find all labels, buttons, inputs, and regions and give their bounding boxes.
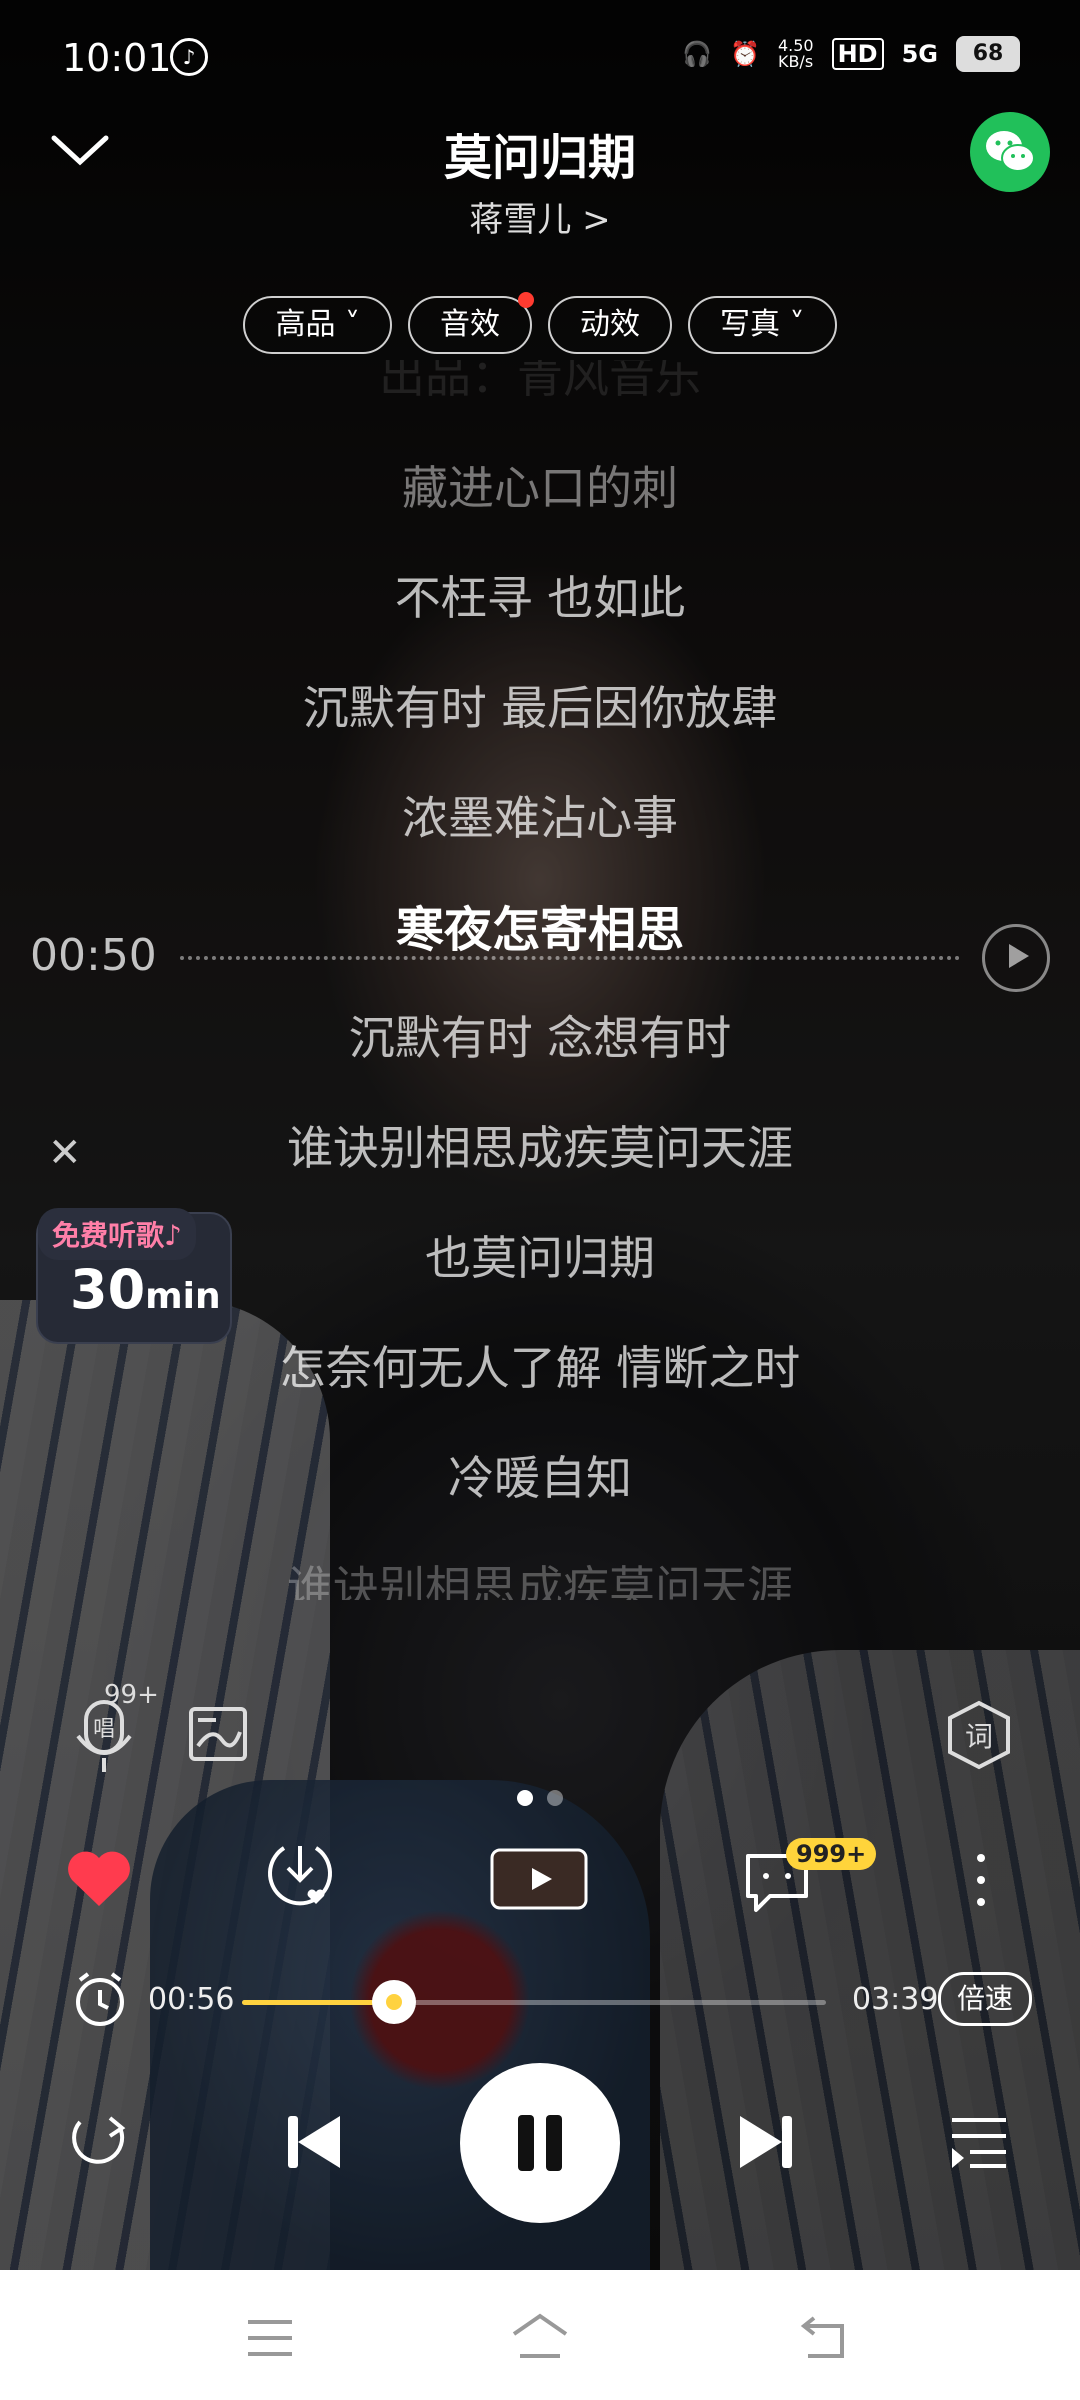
lyric-line: 出品：青风音乐 [379, 360, 701, 403]
signal-icon: 5G [901, 40, 938, 68]
new-dot-badge [518, 292, 534, 308]
back-nav-icon[interactable] [800, 2314, 850, 2364]
close-promo-icon[interactable]: ✕ [48, 1130, 82, 1176]
playback-speed-button[interactable]: 倍速 [937, 1972, 1032, 2026]
repeat-mode-icon[interactable] [66, 2108, 132, 2172]
previous-track-icon[interactable] [284, 2110, 344, 2178]
artist-link[interactable]: 蒋雪儿 > [0, 192, 1080, 241]
headphones-icon: 🎧 [682, 40, 713, 68]
system-nav-bar [0, 2270, 1080, 2400]
svg-text:词: 词 [965, 1720, 993, 1753]
svg-text:唱: 唱 [93, 1717, 115, 1742]
comment-count-badge: 999+ [786, 1838, 877, 1870]
playlist-icon[interactable] [950, 2114, 1010, 2174]
page-dot [547, 1790, 563, 1806]
page-indicator [0, 1790, 1080, 1806]
battery-icon: 68 [956, 36, 1020, 72]
chip-photo[interactable]: 写真 ˅ [688, 296, 837, 354]
lyric-line: 冷暖自知 [448, 1451, 632, 1505]
playback-progress: 00:56 03:39 [0, 1960, 1080, 2040]
chip-quality[interactable]: 高品 ˅ [243, 296, 392, 354]
lyric-line: 沉默有时 念想有时 [348, 1011, 732, 1065]
page-dot-active [517, 1790, 533, 1806]
free-listen-promo[interactable]: 免费听歌♪ 30min [36, 1208, 232, 1344]
lyric-line: 沉默有时 最后因你放肆 [302, 681, 778, 735]
chip-animation[interactable]: 动效 [548, 296, 672, 354]
promo-label: 免费听歌♪ [38, 1208, 196, 1260]
sleep-timer-icon[interactable] [72, 1970, 128, 2034]
progress-track[interactable] [242, 1980, 826, 2024]
lyric-line: 谁诀别相思成疾莫问天涯 [287, 1121, 793, 1175]
poster-image-icon[interactable] [188, 1706, 248, 1766]
progress-knob[interactable] [371, 1980, 416, 2024]
seek-dotted-line [180, 956, 960, 960]
lyric-line: 谁诀别相思成疾莫问天涯 [287, 1561, 793, 1600]
lyric-line: 藏进心口的刺 [402, 461, 678, 515]
total-time: 03:39 [852, 1982, 939, 2017]
music-video-icon[interactable] [490, 1848, 588, 1914]
promo-minutes: 30 [70, 1258, 146, 1321]
current-time: 00:56 [148, 1982, 235, 2017]
next-track-icon[interactable] [736, 2110, 796, 2178]
song-title: 莫问归期 [443, 130, 636, 186]
alarm-icon: ⏰ [730, 40, 760, 68]
hd-icon: HD [831, 38, 884, 70]
sing-count-badge: 99+ [104, 1680, 159, 1710]
chip-sound-effect[interactable]: 音效 [408, 292, 534, 354]
status-bar: 10:01 ♪ 🎧 ⏰ 4.50 KB/s HD 5G 68 [0, 0, 1080, 120]
pause-button[interactable] [460, 2063, 620, 2223]
net-speed: 4.50 KB/s [777, 36, 814, 71]
download-icon[interactable] [264, 1840, 336, 1920]
play-from-line-button[interactable] [982, 924, 1050, 992]
menu-nav-icon[interactable] [246, 2318, 294, 2362]
lyric-seek-time: 00:50 [30, 930, 157, 981]
home-nav-icon[interactable] [510, 2312, 570, 2364]
promo-unit: min [145, 1276, 221, 1317]
app-indicator-icon: ♪ [170, 38, 208, 76]
wechat-share-button[interactable] [970, 112, 1050, 192]
lyric-line: 浓墨难沾心事 [402, 791, 678, 845]
lyrics-word-icon[interactable]: 词 [946, 1700, 1012, 1774]
more-options-icon[interactable] [974, 1850, 988, 1914]
status-time: 10:01 [62, 36, 172, 80]
lyric-line: 不枉寻 也如此 [394, 571, 686, 625]
lyric-seek-line[interactable]: 00:50 [30, 924, 1050, 992]
quality-effect-chips: 高品 ˅ 音效 动效 写真 ˅ [0, 292, 1080, 354]
heart-like-icon[interactable] [64, 1848, 134, 1914]
